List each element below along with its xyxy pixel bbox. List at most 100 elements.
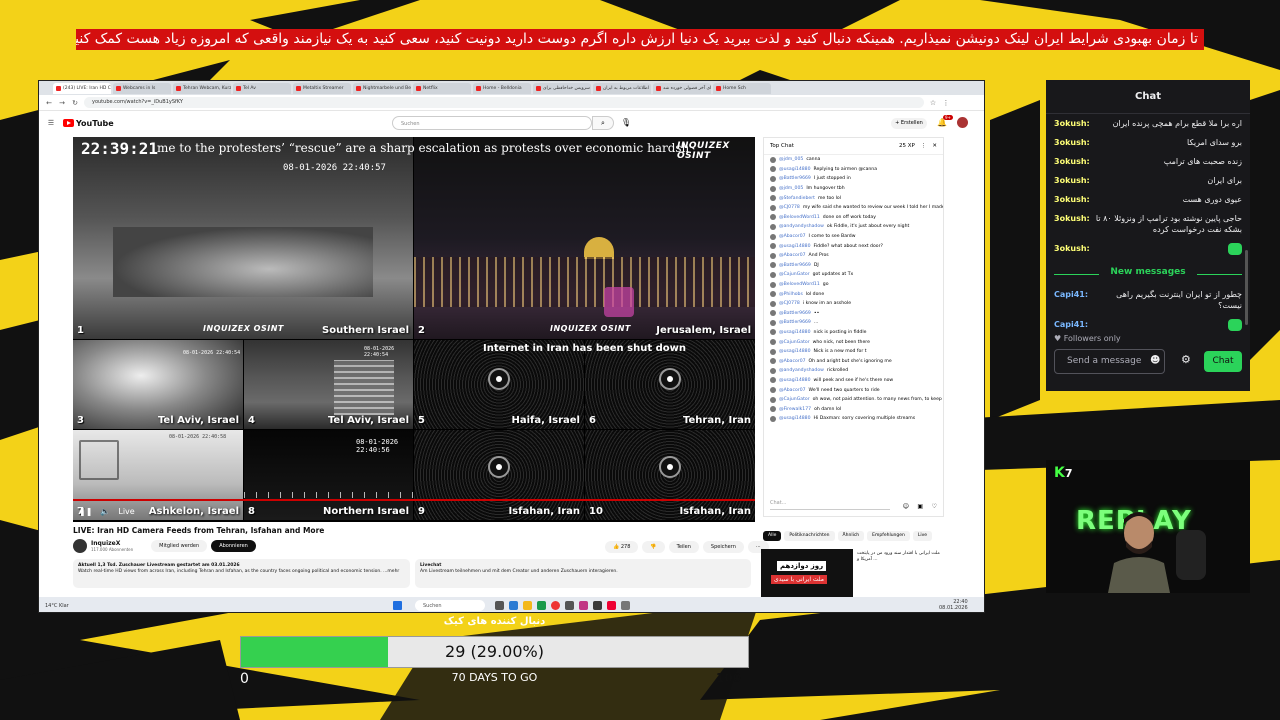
browser-tab[interactable]: Nightmarbele und Begin: [353, 82, 411, 94]
chat-username[interactable]: 3okush:: [1054, 118, 1090, 129]
feed-cell-2[interactable]: INQUIZEX OSINT 2 Jerusalem, Israel: [414, 137, 755, 339]
filter-chip[interactable]: Live: [912, 531, 933, 541]
chat-username[interactable]: 3okush:: [1054, 194, 1090, 205]
chat-username[interactable]: @usagi14880: [779, 167, 811, 172]
chat-username[interactable]: @CJ0778: [779, 301, 800, 306]
chat-username[interactable]: 3okush:: [1054, 213, 1090, 235]
chat-username[interactable]: @BelovedWord11: [779, 282, 820, 287]
browser-tab[interactable]: Netflix: [413, 82, 471, 94]
chat-username[interactable]: @Battler9669: [779, 176, 811, 181]
browser-tab[interactable]: Home Sch: [713, 82, 771, 94]
browser-tab[interactable]: سرویس خداحافظی برای: [533, 82, 591, 94]
edge-icon[interactable]: [509, 601, 518, 610]
chat-username[interactable]: @Abacor07: [779, 359, 806, 364]
windows-start-icon[interactable]: [393, 601, 402, 610]
obs-icon[interactable]: [593, 601, 602, 610]
save-button[interactable]: Speichern: [702, 541, 744, 553]
chat-send-button[interactable]: Chat: [1204, 351, 1242, 372]
chat-username[interactable]: @andyandyshadow: [779, 368, 824, 373]
microphone-icon[interactable]: 🎙: [621, 118, 631, 127]
chat-username[interactable]: @Battler9669: [779, 311, 811, 316]
settings-icon[interactable]: [621, 601, 630, 610]
feed-cell-4[interactable]: 08-01-2026 22:40:54 4 Tel Aviv, Israel: [244, 340, 413, 429]
chat-username[interactable]: @usagi14880: [779, 244, 811, 249]
more-icon[interactable]: ⋮: [921, 143, 927, 149]
chat-username[interactable]: 3okush:: [1054, 175, 1090, 186]
browser-tab[interactable]: Home - Belldonia: [473, 82, 531, 94]
create-button[interactable]: + Erstellen: [891, 118, 927, 129]
chat-scrollbar[interactable]: [1245, 250, 1248, 325]
chat-mode-dropdown[interactable]: Top Chat: [770, 143, 794, 149]
browser-tab[interactable]: Tehran Webcam, Kurz: [173, 82, 231, 94]
chat-username[interactable]: @Battler9669: [779, 320, 811, 325]
taskbar-clock[interactable]: 22:40 08.01.2026: [939, 599, 968, 611]
chat-username[interactable]: @jdm_005: [779, 186, 803, 191]
instagram-icon[interactable]: [579, 601, 588, 610]
filter-chip[interactable]: Ähnlich: [837, 531, 865, 541]
chat-username[interactable]: Capi41:: [1054, 319, 1088, 331]
chat-username[interactable]: @jdm_005: [779, 157, 803, 162]
taskbar-search[interactable]: Suchen: [415, 600, 485, 611]
file-explorer-icon[interactable]: [523, 601, 532, 610]
chat-username[interactable]: 3okush:: [1054, 156, 1090, 167]
search-icon[interactable]: ⌕: [592, 116, 614, 130]
volume-icon[interactable]: 🔈: [100, 507, 110, 516]
chat-username[interactable]: @CajunGator: [779, 272, 810, 277]
store-icon[interactable]: [537, 601, 546, 610]
video-player[interactable]: 08-01-2026 22:40:57 INQUIZEX OSINT 1 Sou…: [73, 137, 755, 522]
dislike-button[interactable]: 👎: [642, 541, 665, 553]
emoji-icon[interactable]: ☺: [903, 503, 909, 510]
url-field[interactable]: youtube.com/watch?v=_iDuB1ySfKY: [84, 97, 924, 108]
channel-name[interactable]: InquizeX: [91, 540, 133, 547]
filter-chip[interactable]: Politiknachrichten: [784, 531, 835, 541]
filter-chip[interactable]: Empfehlungen: [867, 531, 910, 541]
chat-username[interactable]: 3okush:: [1054, 243, 1090, 255]
chrome-icon[interactable]: [551, 601, 560, 610]
live-indicator[interactable]: Live: [118, 507, 134, 516]
chat-input[interactable]: Chat...: [770, 500, 890, 510]
recommended-video-thumbnail[interactable]: روز دوازدهم ملت ایرانی با سیدی: [761, 549, 853, 597]
join-button[interactable]: Mitglied werden: [151, 540, 208, 552]
close-icon[interactable]: ✕: [932, 143, 937, 149]
youtube-search-input[interactable]: Suchen: [392, 116, 592, 130]
browser-tab[interactable]: Metaltix Streamer: [293, 82, 351, 94]
weather-widget[interactable]: 14°C Klar: [45, 603, 69, 609]
chat-username[interactable]: @usagi14880: [779, 330, 811, 335]
chat-username[interactable]: @CJ0778: [779, 205, 800, 210]
like-button[interactable]: 👍 278: [605, 541, 639, 553]
chat-username[interactable]: @Abacor07: [779, 253, 806, 258]
filter-chip[interactable]: Alle: [763, 531, 782, 541]
feed-cell-1[interactable]: 08-01-2026 22:40:57 INQUIZEX OSINT 1 Sou…: [73, 137, 413, 339]
heart-icon[interactable]: ♡: [932, 503, 937, 510]
browser-tab[interactable]: Webcams in Is: [113, 82, 171, 94]
chat-username[interactable]: @Abacor07: [779, 388, 806, 393]
pause-icon[interactable]: ❚❚: [79, 507, 92, 516]
browser-tab[interactable]: اطلاعات مربوط به ایران: [593, 82, 651, 94]
youtube-logo[interactable]: YouTube: [63, 119, 114, 128]
video-description[interactable]: Aktuell 1,3 Tsd. Zuschauer Livestream ge…: [73, 559, 410, 588]
channel-avatar[interactable]: [73, 539, 87, 553]
chat-username[interactable]: @BelovedWord11: [779, 215, 820, 220]
chat-username[interactable]: @CajunGator: [779, 340, 810, 345]
send-message-input[interactable]: Send a message: [1054, 349, 1165, 374]
browser-tab[interactable]: Tel Av: [233, 82, 291, 94]
gear-icon[interactable]: ⚙: [1181, 353, 1191, 366]
chat-username[interactable]: @Abacor07: [779, 234, 806, 239]
browser-tab[interactable]: ای آخر فضولی خورده شد: [653, 82, 711, 94]
chat-username[interactable]: @usagi14880: [779, 378, 811, 383]
extensions-icon[interactable]: ⋮: [942, 99, 950, 107]
emoji-icon[interactable]: ☻: [1150, 355, 1160, 366]
recommended-video-title[interactable]: ملت ایرانی با اقتدار سند ورود من در پایت…: [857, 551, 947, 563]
chat-username[interactable]: @Stefandiebert: [779, 196, 815, 201]
subscribe-button[interactable]: Abonnieren: [211, 540, 256, 552]
chat-username[interactable]: Capi41:: [1054, 289, 1088, 311]
share-button[interactable]: Teilen: [668, 541, 699, 553]
chat-username[interactable]: @CajunGator: [779, 397, 810, 402]
bookmark-icon[interactable]: ☆: [929, 99, 937, 107]
chat-username[interactable]: @Philhobs: [779, 292, 803, 297]
chat-username[interactable]: @andyandyshadow: [779, 224, 824, 229]
new-messages-divider[interactable]: New messages: [1054, 267, 1242, 281]
chat-username[interactable]: @Battler9669: [779, 263, 811, 268]
reload-icon[interactable]: ↻: [71, 99, 79, 107]
chat-username[interactable]: @usagi14880: [779, 349, 811, 354]
